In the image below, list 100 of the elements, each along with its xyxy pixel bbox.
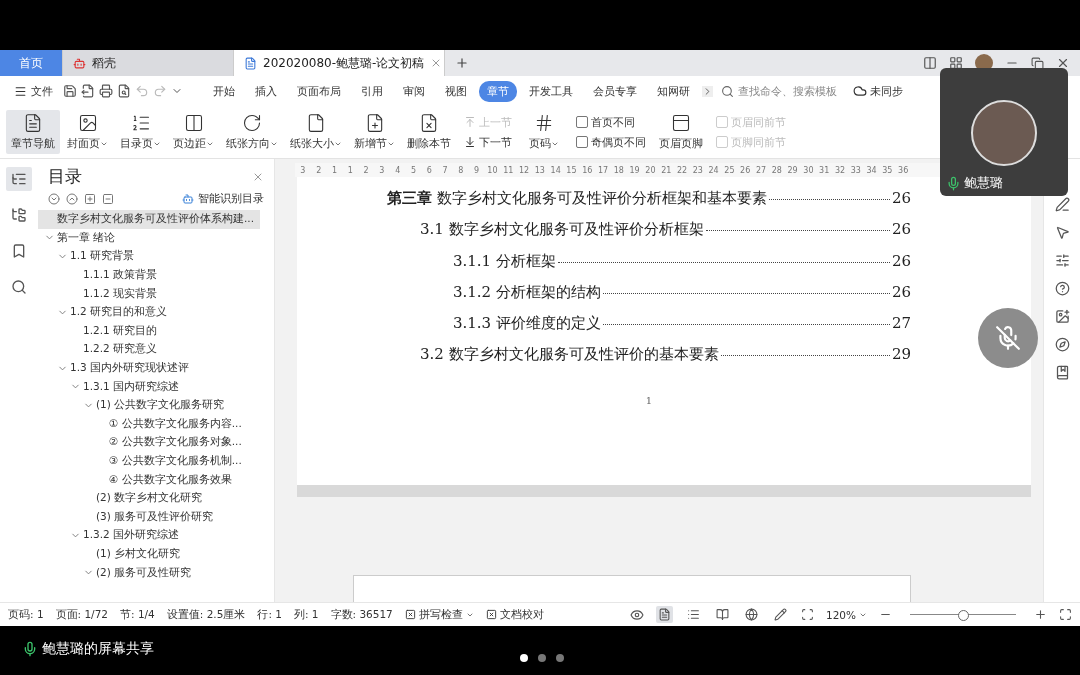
ribbon-button[interactable]: 页眉页脚 — [654, 110, 708, 154]
tree-icon — [11, 207, 27, 223]
menu-tab[interactable]: 会员专享 — [585, 80, 645, 102]
toc-entry-title: 3.2 数字乡村文化服务可及性评价的基本要素 — [420, 345, 719, 365]
arrow-down-icon — [464, 136, 476, 148]
preview-icon[interactable] — [117, 84, 131, 98]
image-icon[interactable] — [1054, 309, 1070, 324]
menu-tab[interactable]: 插入 — [247, 80, 285, 102]
add-button[interactable] — [84, 192, 96, 205]
toc-entry-title: 3.1.3 评价维度的定义 — [453, 314, 601, 334]
toc-item[interactable]: 1.3 国内外研究现状述评 — [38, 358, 260, 378]
menu-tab[interactable]: 视图 — [437, 80, 475, 102]
tab[interactable]: 202020080-鲍慧璐-论文初稿 — [234, 50, 445, 76]
menu-tab[interactable]: 开始 — [205, 80, 243, 102]
ribbon-button[interactable]: 章节导航 — [6, 110, 60, 154]
toc-item[interactable]: 1.1.2 现实背景 — [38, 284, 260, 303]
toc-item[interactable]: ① 公共数字文化服务内容... — [38, 414, 260, 434]
ribbon-button[interactable]: 目录页 — [115, 110, 166, 154]
book-icon[interactable] — [1054, 365, 1070, 380]
checkbox-option[interactable]: 奇偶页不同 — [576, 134, 646, 150]
columns-icon — [183, 113, 204, 133]
toc-item[interactable]: 1.2.1 研究目的 — [38, 321, 260, 341]
pointer-icon[interactable] — [1054, 225, 1070, 240]
toc-item[interactable]: 1.3.2 国外研究综述 — [38, 526, 260, 545]
view-mode-button[interactable] — [713, 606, 731, 623]
toc-page-number: 26 — [891, 220, 911, 239]
eye-icon[interactable] — [629, 607, 644, 622]
sync-button[interactable]: 未同步 — [853, 83, 903, 99]
participant-name: 鲍慧璐 — [964, 174, 1003, 192]
page-dot[interactable] — [556, 654, 564, 662]
zoom-dropdown[interactable]: 120% — [825, 608, 867, 621]
fullscreen-icon[interactable] — [1059, 608, 1072, 621]
delete-page-icon — [419, 113, 439, 133]
file-menu[interactable]: 文件 — [8, 83, 59, 99]
layout-icon[interactable] — [923, 56, 937, 70]
toc-item[interactable]: 第一章 绪论 — [38, 228, 260, 248]
outline-icon — [686, 608, 700, 621]
menu-tab[interactable]: 引用 — [353, 80, 391, 102]
slider-thumb[interactable] — [958, 609, 969, 621]
toc-item[interactable]: ② 公共数字文化服务对象... — [38, 433, 260, 452]
print-icon[interactable] — [99, 84, 113, 98]
robot-icon — [182, 192, 194, 205]
menu-tab[interactable]: 审阅 — [395, 80, 433, 102]
toc-item[interactable]: (3) 服务可及性评价研究 — [38, 507, 260, 527]
toc-item[interactable]: (1) 乡村文化研究 — [38, 544, 260, 564]
restore-icon[interactable] — [1031, 56, 1044, 70]
toc-item[interactable]: ④ 公共数字文化服务效果 — [38, 470, 260, 489]
compass-icon[interactable] — [1054, 337, 1070, 352]
collapse-all-button[interactable] — [48, 192, 60, 205]
proofread-button[interactable]: 文档校对 — [485, 607, 544, 622]
zoom-in-icon[interactable] — [1034, 608, 1047, 621]
outline-panel-button[interactable] — [6, 167, 32, 191]
toc-item[interactable]: 数字乡村文化服务可及性评价体系构建... — [38, 210, 260, 229]
page-dot[interactable] — [520, 654, 528, 662]
ribbon-button[interactable]: 纸张方向 — [221, 110, 283, 154]
toc-item[interactable]: 1.1 研究背景 — [38, 247, 260, 266]
ribbon-button[interactable]: 封面页 — [62, 110, 113, 154]
save-icon[interactable] — [63, 84, 77, 98]
toc-item[interactable]: (2) 数字乡村文化研究 — [38, 488, 260, 508]
remove-button[interactable] — [102, 192, 114, 205]
page-dot[interactable] — [538, 654, 546, 662]
toc-item[interactable]: 1.2 研究目的和意义 — [38, 302, 260, 322]
status-text: 页面: 1/72 — [55, 607, 109, 622]
menu-tab[interactable]: 开发工具 — [521, 80, 581, 102]
status-text: 列: 1 — [293, 607, 319, 622]
fit-icon[interactable] — [800, 608, 814, 621]
view-mode-button[interactable] — [655, 606, 673, 623]
smart-toc-button[interactable]: 智能识别目录 — [182, 191, 264, 206]
header-page-icon — [671, 113, 691, 133]
toc-item[interactable]: 1.3.1 国内研究综述 — [38, 377, 260, 396]
toc-item[interactable]: 1.1.1 政策背景 — [38, 265, 260, 285]
tab[interactable]: 首页 — [0, 50, 63, 76]
help-icon[interactable] — [1054, 281, 1070, 296]
view-mode-button[interactable] — [742, 606, 760, 623]
menu-tab[interactable]: 页面布局 — [289, 80, 349, 102]
menu-tab[interactable]: 知网研 — [649, 80, 698, 102]
toc-page-number: 27 — [891, 314, 911, 333]
ribbon-button[interactable]: 页边距 — [168, 110, 219, 154]
checkbox-option[interactable]: 首页不同 — [576, 114, 646, 130]
section-nav-button[interactable]: 下一节 — [464, 134, 512, 150]
new-tab-icon[interactable] — [455, 56, 469, 70]
toc-item[interactable]: (2) 服务可及性研究 — [38, 563, 260, 582]
toc-item[interactable]: 1.2.2 研究意义 — [38, 340, 260, 359]
pen-icon[interactable] — [1054, 197, 1070, 212]
spell-check-button[interactable]: 拼写检查 — [404, 607, 474, 622]
ribbon-button[interactable]: 新增节 — [349, 110, 400, 154]
view-mode-button[interactable] — [771, 606, 789, 623]
menu-tab[interactable]: 章节 — [479, 80, 517, 102]
close-icon[interactable] — [1056, 56, 1070, 70]
globe-icon — [744, 608, 758, 621]
export-icon[interactable] — [81, 84, 95, 98]
toc-item[interactable]: (1) 公共数字文化服务研究 — [38, 395, 260, 415]
ribbon-button[interactable]: 纸张大小 — [285, 110, 347, 154]
expand-all-button[interactable] — [66, 192, 78, 205]
ribbon-button[interactable]: 页码 — [520, 110, 568, 154]
ribbon-button[interactable]: 删除本节 — [402, 110, 456, 154]
list-icon — [11, 171, 27, 187]
tab[interactable]: 稻壳 — [63, 50, 234, 76]
toc-item[interactable]: ③ 公共数字文化服务机制... — [38, 451, 260, 471]
sliders-icon[interactable] — [1054, 253, 1070, 268]
